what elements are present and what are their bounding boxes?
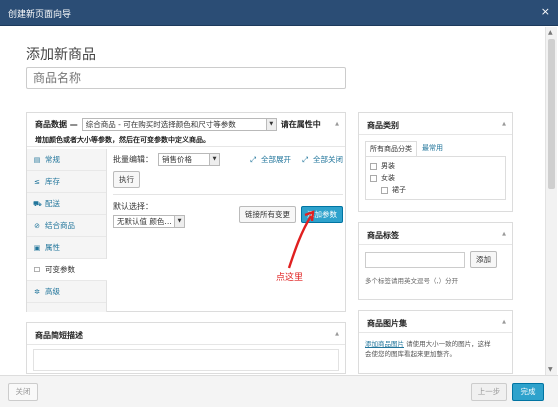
close-button[interactable]: 关闭 (8, 383, 38, 401)
short-description-heading: 商品简短描述 (35, 331, 83, 340)
title-bar: 创建新页面向导 × (0, 0, 558, 26)
tab-label: 属性 (45, 243, 60, 252)
tab-label: 结合商品 (45, 221, 75, 230)
category-label: 女装 (381, 174, 395, 182)
expand-icon: ⤢ (250, 154, 256, 164)
scroll-up-icon[interactable]: ▲ (548, 29, 553, 36)
product-type-value: 综合商品 - 可在购买时选择颜色和尺寸等参数 (85, 120, 236, 129)
checkbox[interactable] (370, 174, 377, 182)
gallery-box: 商品图片集 ▲ 添加商品图片 请使用大小一致的图片，这样 会使您的图库看起来更加… (358, 310, 513, 374)
variations-icon: ☐ (33, 265, 41, 274)
run-button[interactable]: 执行 (113, 171, 140, 188)
page-title: 添加新商品 (26, 47, 96, 63)
tag-box: 商品标签 ▲ 添加 多个标签请用英文逗号（,）分开 (358, 222, 513, 300)
short-description-header: 商品简短描述 ▲ (27, 323, 345, 345)
attributes-icon: ▣ (33, 243, 41, 252)
short-description-editor[interactable] (33, 349, 339, 371)
collapse-icon[interactable]: ▲ (335, 331, 339, 337)
tab-attributes[interactable]: ▣ 属性 (27, 237, 106, 259)
collapse-icon[interactable]: ▲ (502, 231, 506, 237)
truck-icon: ⛟ (33, 199, 42, 208)
tab-shipping[interactable]: ⛟ 配送 (27, 193, 106, 215)
vertical-scrollbar[interactable]: ▲ ▼ (545, 27, 557, 375)
default-select-value: 无默认值 颜色… (117, 217, 172, 226)
tab-label: 配送 (45, 199, 60, 208)
default-select[interactable]: 无默认值 颜色… ▼ (113, 215, 185, 228)
collapse-icon[interactable]: ▲ (502, 121, 506, 127)
tag-heading: 商品标签 (367, 231, 399, 240)
tab-inventory[interactable]: ≤ 库存 (27, 171, 106, 193)
category-heading: 商品类别 (367, 121, 399, 130)
wizard-footer: 关闭 上一步 完成 (0, 375, 558, 407)
collapse-icon: ⤢ (302, 154, 308, 164)
product-name-input[interactable] (26, 67, 346, 89)
bulk-edit-select[interactable]: 销售价格 ▼ (158, 153, 220, 166)
category-item[interactable]: 女装 (370, 172, 501, 184)
bulk-edit-value: 销售价格 (162, 155, 192, 164)
product-type-note: 请在属性中 (280, 120, 321, 129)
annotation-text: 点这里 (276, 273, 304, 283)
tab-general[interactable]: ▤ 常规 (27, 149, 106, 171)
chevron-down-icon: ▼ (265, 119, 276, 130)
product-data-heading: 商品数据 — (35, 120, 78, 129)
gallery-heading: 商品图片集 (367, 319, 407, 328)
inventory-icon: ≤ (34, 177, 40, 186)
collapse-icon[interactable]: ▲ (335, 121, 339, 127)
category-label: 男装 (381, 162, 395, 170)
category-item[interactable]: 裙子 (370, 184, 501, 196)
gallery-header: 商品图片集 ▲ (359, 311, 512, 333)
tab-advanced[interactable]: ✲ 高级 (27, 281, 106, 303)
tag-input[interactable] (365, 251, 465, 268)
tag-header: 商品标签 ▲ (359, 223, 512, 245)
tab-all-categories[interactable]: 所有商品分类 (365, 141, 417, 156)
short-description-box: 商品简短描述 ▲ (26, 322, 346, 374)
chevron-down-icon: ▼ (174, 216, 184, 227)
tab-linked-products[interactable]: ⊘ 结合商品 (27, 215, 106, 237)
tab-variations[interactable]: ☐ 可变参数 (27, 259, 107, 281)
product-data-tabs: ▤ 常规 ≤ 库存 ⛟ 配送 ⊘ 结合商品 ▣ 属性 ☐ 可变参数 ✲ 高级 (27, 149, 107, 312)
category-list: 男装 女装 裙子 (365, 156, 506, 200)
finish-button[interactable]: 完成 (512, 383, 544, 401)
window-title: 创建新页面向导 (8, 10, 72, 20)
previous-button[interactable]: 上一步 (471, 383, 507, 401)
divider (113, 194, 343, 195)
checkbox[interactable] (370, 162, 377, 170)
scrollbar-thumb[interactable] (548, 39, 555, 189)
collapse-icon[interactable]: ▲ (502, 319, 506, 325)
chevron-down-icon: ▼ (209, 154, 219, 165)
link-icon: ⊘ (34, 221, 40, 230)
tab-most-used[interactable]: 最常用 (417, 141, 448, 156)
checkbox[interactable] (381, 186, 388, 194)
gallery-hint: 请使用大小一致的图片，这样 (406, 340, 491, 348)
close-icon[interactable]: × (541, 5, 550, 18)
default-select-label: 默认选择： (113, 202, 153, 211)
product-data-header: 商品数据 — 综合商品 - 可在购买时选择颜色和尺寸等参数 ▼ 请在属性中 增加… (27, 113, 345, 147)
annotation-arrow (287, 210, 315, 269)
add-tag-button[interactable]: 添加 (470, 251, 497, 268)
close-all-link[interactable]: 全部关闭 (313, 154, 343, 165)
category-item[interactable]: 男装 (370, 160, 501, 172)
category-label: 裙子 (392, 186, 406, 194)
tab-label: 高级 (45, 287, 60, 296)
gallery-hint-2: 会使您的图库看起来更加整齐。 (365, 350, 456, 358)
category-box: 商品类别 ▲ 所有商品分类 最常用 男装 女装 裙子 (358, 112, 513, 212)
tab-label: 库存 (45, 177, 60, 186)
general-icon: ▤ (33, 155, 41, 164)
tab-label: 常规 (45, 155, 60, 164)
gear-icon: ✲ (34, 287, 40, 296)
expand-all-link[interactable]: 全部展开 (261, 154, 291, 165)
product-type-select[interactable]: 综合商品 - 可在购买时选择颜色和尺寸等参数 ▼ (81, 118, 277, 131)
bulk-edit-label: 批量编辑： (113, 155, 153, 164)
tag-hint: 多个标签请用英文逗号（,）分开 (365, 277, 459, 285)
category-header: 商品类别 ▲ (359, 113, 512, 135)
product-type-note-line2: 增加颜色或者大小等参数，然后在可变参数中定义商品。 (35, 136, 210, 144)
tab-label: 可变参数 (45, 265, 75, 274)
scroll-down-icon[interactable]: ▼ (548, 366, 553, 373)
add-gallery-images-link[interactable]: 添加商品图片 (365, 340, 404, 348)
